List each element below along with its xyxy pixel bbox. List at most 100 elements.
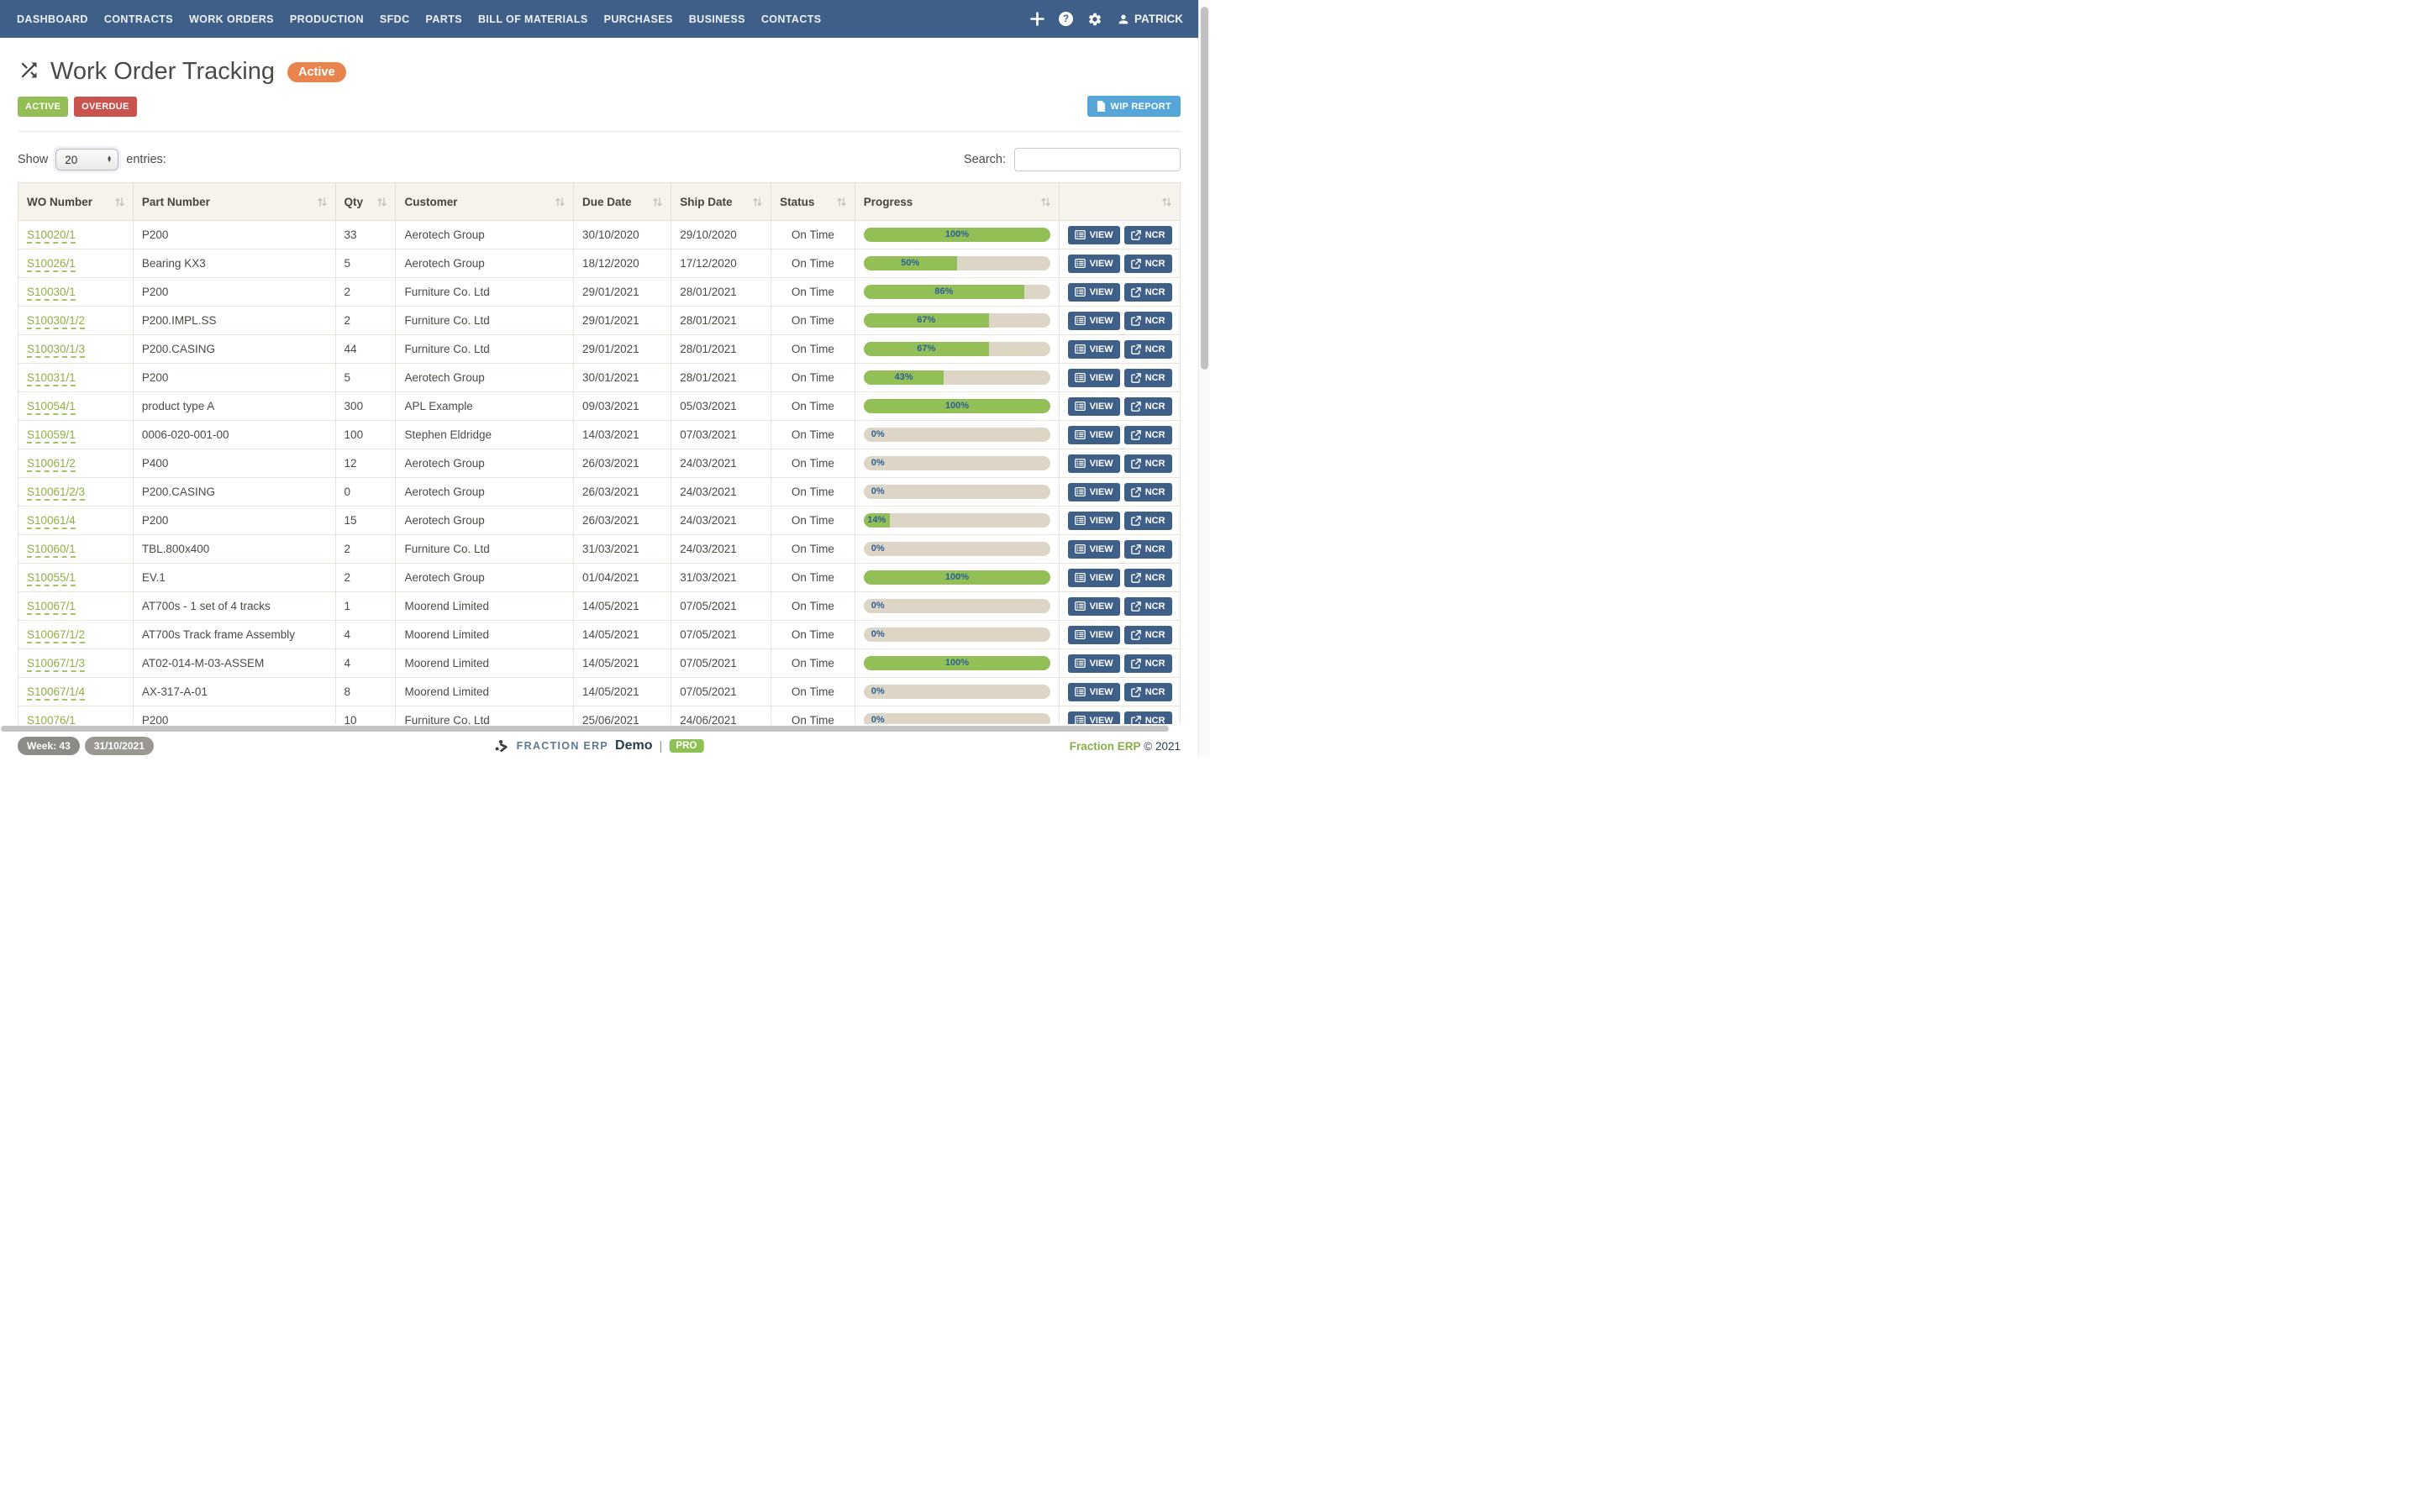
- view-button[interactable]: VIEW: [1068, 397, 1120, 416]
- view-button[interactable]: VIEW: [1068, 626, 1120, 644]
- wo-number-link[interactable]: S10061/2: [27, 457, 76, 472]
- wo-number-link[interactable]: S10031/1: [27, 371, 76, 386]
- column-header[interactable]: Status: [771, 183, 855, 221]
- external-link-icon: [1131, 459, 1141, 469]
- view-button[interactable]: VIEW: [1068, 426, 1120, 444]
- ncr-button[interactable]: NCR: [1124, 226, 1172, 244]
- view-button[interactable]: VIEW: [1068, 683, 1120, 701]
- column-header[interactable]: Due Date: [574, 183, 671, 221]
- nav-item-dashboard[interactable]: DASHBOARD: [17, 13, 88, 25]
- entries-select[interactable]: 20 ▲▼: [55, 149, 118, 171]
- view-button[interactable]: VIEW: [1068, 454, 1120, 473]
- part-number-cell: P200.CASING: [133, 478, 335, 507]
- ncr-button[interactable]: NCR: [1124, 626, 1172, 644]
- wo-number-link[interactable]: S10020/1: [27, 228, 76, 244]
- search-input[interactable]: [1014, 148, 1181, 171]
- nav-item-purchases[interactable]: PURCHASES: [604, 13, 673, 25]
- ncr-button[interactable]: NCR: [1124, 369, 1172, 387]
- wo-number-link[interactable]: S10061/4: [27, 514, 76, 529]
- external-link-icon: [1131, 373, 1141, 383]
- user-menu[interactable]: PATRICK: [1117, 13, 1183, 26]
- column-header[interactable]: WO Number: [18, 183, 134, 221]
- nav-item-production[interactable]: PRODUCTION: [290, 13, 364, 25]
- ncr-button[interactable]: NCR: [1124, 597, 1172, 616]
- wo-number-link[interactable]: S10059/1: [27, 428, 76, 444]
- vertical-scrollbar-thumb[interactable]: [1201, 7, 1208, 370]
- nav-item-work-orders[interactable]: WORK ORDERS: [189, 13, 274, 25]
- list-icon: [1075, 659, 1086, 668]
- view-button[interactable]: VIEW: [1068, 283, 1120, 302]
- overdue-filter-button[interactable]: OVERDUE: [74, 97, 137, 117]
- wo-number-link[interactable]: S10055/1: [27, 571, 76, 586]
- view-button[interactable]: VIEW: [1068, 711, 1120, 725]
- wip-report-button[interactable]: WIP REPORT: [1087, 96, 1181, 117]
- ncr-button[interactable]: NCR: [1124, 512, 1172, 530]
- wo-number-link[interactable]: S10054/1: [27, 400, 76, 415]
- ncr-button[interactable]: NCR: [1124, 683, 1172, 701]
- ncr-button[interactable]: NCR: [1124, 654, 1172, 673]
- wo-number-link[interactable]: S10067/1/2: [27, 628, 85, 643]
- status-cell: On Time: [771, 592, 855, 621]
- view-button[interactable]: VIEW: [1068, 312, 1120, 330]
- help-icon[interactable]: ?: [1059, 12, 1073, 26]
- ncr-button[interactable]: NCR: [1124, 340, 1172, 359]
- column-header[interactable]: Qty: [335, 183, 396, 221]
- wo-number-link[interactable]: S10030/1: [27, 286, 76, 301]
- ncr-button[interactable]: NCR: [1124, 540, 1172, 559]
- customer-cell: Moorend Limited: [396, 678, 574, 706]
- view-button[interactable]: VIEW: [1068, 226, 1120, 244]
- wo-number-link[interactable]: S10030/1/2: [27, 314, 85, 329]
- view-button[interactable]: VIEW: [1068, 340, 1120, 359]
- shuffle-icon: [18, 59, 40, 86]
- column-header[interactable]: Customer: [396, 183, 574, 221]
- horizontal-scrollbar-thumb[interactable]: [1, 726, 1169, 732]
- qty-cell: 4: [335, 649, 396, 678]
- nav-item-parts[interactable]: PARTS: [426, 13, 462, 25]
- wo-number-link[interactable]: S10061/2/3: [27, 486, 85, 501]
- ncr-button[interactable]: NCR: [1124, 483, 1172, 501]
- column-header[interactable]: [1060, 183, 1181, 221]
- view-button[interactable]: VIEW: [1068, 512, 1120, 530]
- plus-icon[interactable]: [1030, 12, 1044, 26]
- wo-number-link[interactable]: S10026/1: [27, 257, 76, 272]
- nav-item-business[interactable]: BUSINESS: [689, 13, 745, 25]
- column-header[interactable]: Ship Date: [671, 183, 771, 221]
- wo-number-link[interactable]: S10076/1: [27, 714, 76, 724]
- view-button[interactable]: VIEW: [1068, 540, 1120, 559]
- view-button[interactable]: VIEW: [1068, 255, 1120, 273]
- part-number-cell: P200.IMPL.SS: [133, 307, 335, 335]
- wo-number-link[interactable]: S10067/1/4: [27, 685, 85, 701]
- column-header[interactable]: Part Number: [133, 183, 335, 221]
- nav-item-contracts[interactable]: CONTRACTS: [104, 13, 173, 25]
- progress-label: 50%: [864, 256, 957, 270]
- table-row: S10059/1 0006-020-001-00 100 Stephen Eld…: [18, 421, 1181, 449]
- actions-cell: VIEW NCR: [1060, 478, 1181, 507]
- progress-cell: 100%: [855, 221, 1059, 249]
- view-button[interactable]: VIEW: [1068, 654, 1120, 673]
- column-header[interactable]: Progress: [855, 183, 1059, 221]
- progress-bar: 0%: [864, 599, 1050, 613]
- ncr-button[interactable]: NCR: [1124, 454, 1172, 473]
- part-number-cell: P200: [133, 364, 335, 392]
- nav-item-bill-of-materials[interactable]: BILL OF MATERIALS: [478, 13, 588, 25]
- wo-number-link[interactable]: S10067/1/3: [27, 657, 85, 672]
- view-button[interactable]: VIEW: [1068, 369, 1120, 387]
- ncr-button[interactable]: NCR: [1124, 711, 1172, 725]
- ncr-button[interactable]: NCR: [1124, 426, 1172, 444]
- ncr-button[interactable]: NCR: [1124, 255, 1172, 273]
- active-filter-button[interactable]: ACTIVE: [18, 97, 68, 117]
- ncr-button[interactable]: NCR: [1124, 569, 1172, 587]
- wo-number-link[interactable]: S10067/1: [27, 600, 76, 615]
- view-button[interactable]: VIEW: [1068, 483, 1120, 501]
- nav-item-sfdc[interactable]: SFDC: [380, 13, 410, 25]
- ncr-button[interactable]: NCR: [1124, 312, 1172, 330]
- actions-cell: VIEW NCR: [1060, 364, 1181, 392]
- view-button[interactable]: VIEW: [1068, 597, 1120, 616]
- settings-icon[interactable]: [1087, 12, 1102, 27]
- nav-item-contacts[interactable]: CONTACTS: [761, 13, 822, 25]
- wo-number-link[interactable]: S10060/1: [27, 543, 76, 558]
- ncr-button[interactable]: NCR: [1124, 283, 1172, 302]
- wo-number-link[interactable]: S10030/1/3: [27, 343, 85, 358]
- view-button[interactable]: VIEW: [1068, 569, 1120, 587]
- ncr-button[interactable]: NCR: [1124, 397, 1172, 416]
